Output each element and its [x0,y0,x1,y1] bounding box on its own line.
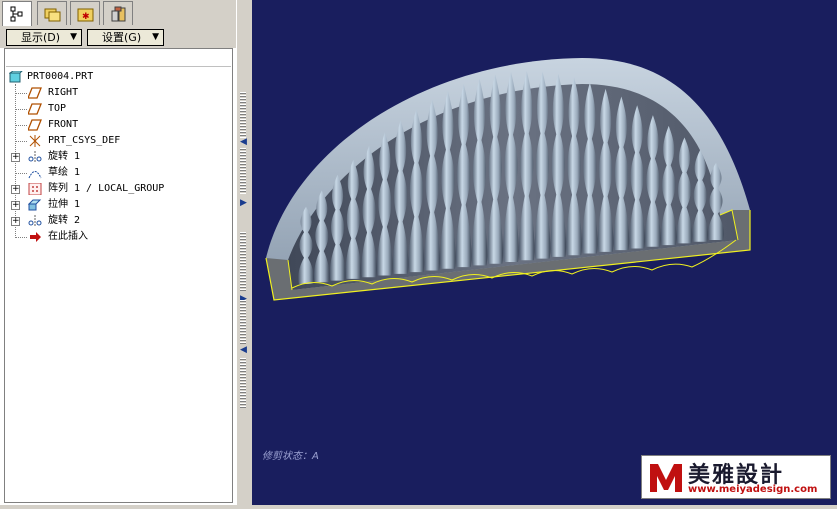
tree-item-front[interactable]: FRONT [28,117,228,133]
expand-toggle[interactable]: + [11,217,20,226]
datum-plane-icon [28,119,42,131]
settings-dropdown[interactable]: 设置(G) ▼ [87,29,164,46]
tree-item-label: 阵列 1 / LOCAL_GROUP [48,183,165,194]
tree-item-label: 旋转 2 [48,215,81,226]
svg-text:✱: ✱ [82,12,90,22]
panel-splitter[interactable]: ◀ ▶ ▶ ◀ [236,0,252,509]
splitter-grip [240,148,246,194]
graphics-viewport[interactable]: 修剪状态：A 美雅設計 www.meiyadesign.com [252,0,837,505]
model-tree-icon [10,6,23,22]
tree-item-extrude-1[interactable]: 拉伸 1 [28,197,228,213]
navigator-tabs: ✱ [0,0,236,26]
tab-model-tree[interactable] [2,1,32,26]
datum-plane-icon [28,103,42,115]
splitter-grip [240,358,246,408]
tree-connector [15,93,27,94]
model-tree-panel: ✱ 显示(D) ▼ 设置(G) ▼ PRT0004.PRT RIGHT TOP … [0,0,236,509]
tree-item-sketch-1[interactable]: 草绘 1 [28,165,228,181]
tree-item-prt-csys-def[interactable]: PRT_CSYS_DEF [28,133,228,149]
tab-connections[interactable] [103,1,133,25]
tree-item-top[interactable]: TOP [28,101,228,117]
tree-item-label: FRONT [48,119,79,130]
coordinate-system-icon [29,135,41,147]
tree-connector [15,109,27,110]
tree-item-insert-here[interactable]: 在此插入 [28,229,228,245]
tree-header-divider [6,66,231,67]
meiya-logo-icon [650,464,682,492]
watermark-logo: 美雅設計 www.meiyadesign.com [641,455,831,499]
sketch-icon [28,171,42,179]
expand-toggle[interactable]: + [11,153,20,162]
tree-item-pattern-1[interactable]: 阵列 1 / LOCAL_GROUP [28,181,228,197]
model-tree-toolbar: 显示(D) ▼ 设置(G) ▼ [0,26,236,48]
collapse-left-icon[interactable]: ◀ [240,345,250,355]
model-3d-render [265,58,751,301]
tree-item-right[interactable]: RIGHT [28,85,228,101]
settings-dropdown-label: 设置(G) [102,31,142,44]
tree-connector [15,173,27,174]
watermark-url: www.meiyadesign.com [688,484,818,495]
trim-status-label: 修剪状态：A [262,451,319,462]
revolve-icon [28,151,42,163]
tab-favorites[interactable]: ✱ [70,1,100,25]
splitter-grip [240,232,246,292]
collapse-left-icon[interactable]: ◀ [240,137,250,147]
splitter-grip [240,300,246,344]
splitter-grip [240,92,246,138]
tab-folder-browser[interactable] [37,1,67,25]
expand-toggle[interactable]: + [11,185,20,194]
tree-connector [15,237,27,238]
tree-item-label: 在此插入 [48,231,88,242]
revolve-icon [28,215,42,227]
chevron-down-icon: ▼ [152,32,159,42]
insert-here-arrow-icon [30,232,41,242]
tree-root[interactable]: PRT0004.PRT [9,69,229,85]
pattern-icon [28,183,42,195]
connections-icon [111,6,126,22]
tree-connector [15,141,27,142]
favorites-folder-icon: ✱ [77,8,94,22]
tree-item-label: RIGHT [48,87,79,98]
tree-item-revolve-2[interactable]: 旋转 2 [28,213,228,229]
expand-right-icon[interactable]: ▶ [240,198,250,208]
expand-toggle[interactable]: + [11,201,20,210]
datum-plane-icon [28,87,42,99]
display-dropdown-label: 显示(D) [21,31,61,44]
extrude-icon [28,199,42,211]
tree-item-label: 拉伸 1 [48,199,81,210]
display-dropdown[interactable]: 显示(D) ▼ [6,29,82,46]
tree-connector [15,125,27,126]
bottom-bar [0,505,837,509]
tree-item-label: 旋转 1 [48,151,81,162]
folder-browser-icon [44,8,61,22]
tree-item-revolve-1[interactable]: 旋转 1 [28,149,228,165]
tree-item-label: TOP [48,103,67,114]
chevron-down-icon: ▼ [70,32,77,42]
part-icon [9,71,23,83]
tree-root-label: PRT0004.PRT [27,71,94,82]
tree-item-label: 草绘 1 [48,167,81,178]
tree-item-label: PRT_CSYS_DEF [48,135,121,146]
